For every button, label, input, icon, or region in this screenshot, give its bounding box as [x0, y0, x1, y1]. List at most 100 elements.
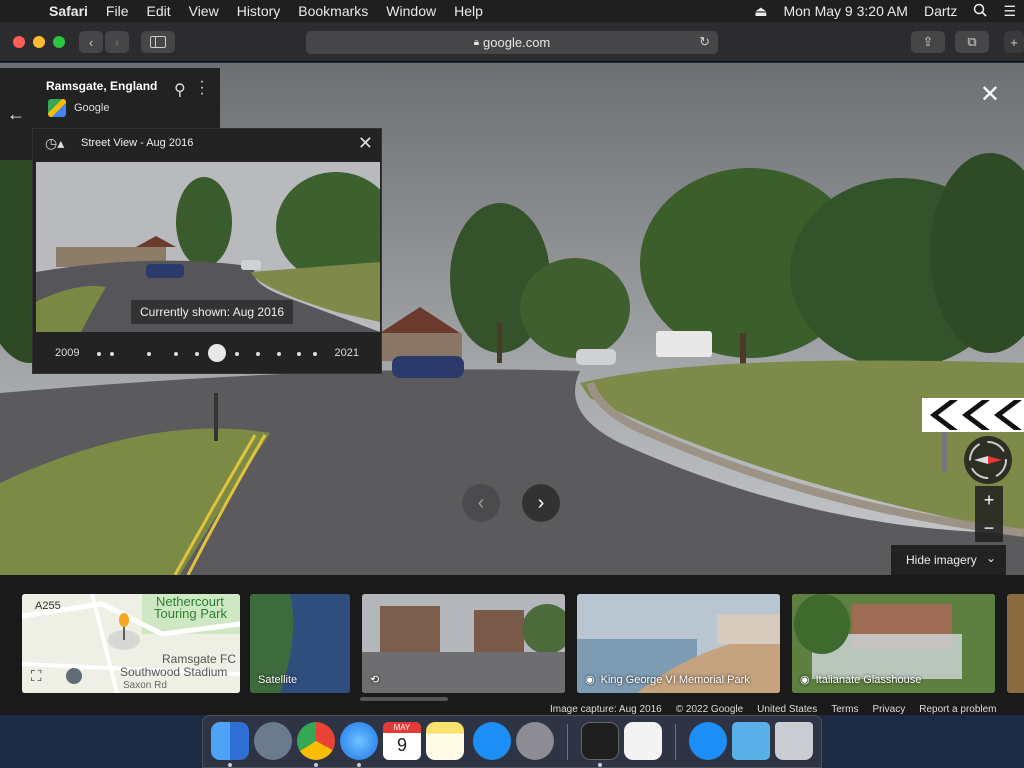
camera-icon: ◉	[800, 674, 810, 686]
timeline-dot[interactable]	[110, 352, 114, 356]
menu-bookmarks[interactable]: Bookmarks	[289, 3, 377, 19]
menu-view[interactable]: View	[180, 3, 228, 19]
history-timeline-slider[interactable]: 2009 2021	[33, 333, 383, 373]
spotlight-search-icon[interactable]	[965, 3, 995, 20]
reload-icon[interactable]: ↻	[699, 34, 710, 50]
trash-icon[interactable]	[775, 722, 813, 760]
zoom-in-button[interactable]: +	[975, 486, 1003, 514]
history-panel-header: ◷▴ Street View - Aug 2016 ✕	[33, 129, 383, 161]
address-bar[interactable]: 🔒︎ google.com ↻	[306, 31, 718, 54]
previous-image-button[interactable]: ‹	[462, 484, 500, 522]
finder-icon[interactable]	[211, 722, 249, 760]
satellite-thumbnail[interactable]: Satellite	[250, 594, 350, 693]
history-clock-icon[interactable]: ◷▴	[45, 135, 64, 152]
more-options-icon[interactable]: · · ·	[197, 74, 207, 102]
double-chevron-down-icon: ⌄	[985, 551, 996, 565]
timeline-dot[interactable]	[174, 352, 178, 356]
satellite-label: Satellite	[258, 674, 298, 686]
map-thumbnail[interactable]: A255 Nethercourt Touring Park Ramsgate F…	[22, 594, 240, 693]
running-indicator	[598, 763, 602, 767]
chevron-left-icon: ‹	[88, 34, 94, 50]
timeline-dot[interactable]	[256, 352, 260, 356]
hide-imagery-button[interactable]: Hide imagery ⌄	[891, 545, 1006, 575]
next-image-button[interactable]: ›	[522, 484, 560, 522]
window-close-button[interactable]	[13, 36, 25, 48]
timeline-slider-knob[interactable]	[208, 344, 226, 362]
timeline-dot[interactable]	[313, 352, 317, 356]
history-close-button[interactable]: ✕	[358, 133, 373, 154]
window-minimize-button[interactable]	[33, 36, 45, 48]
compass-icon	[969, 441, 1007, 479]
close-icon: ✕	[979, 81, 1000, 108]
sidebar-button[interactable]	[141, 31, 175, 53]
hide-imagery-label: Hide imagery	[906, 553, 977, 567]
tabs-overview-button[interactable]: ⧉	[955, 31, 989, 53]
app-store-icon[interactable]	[473, 722, 511, 760]
close-street-view-button[interactable]: ✕	[980, 80, 1000, 109]
menu-user[interactable]: Dartz	[916, 3, 965, 19]
menu-help[interactable]: Help	[445, 3, 492, 19]
app-store-icon[interactable]	[689, 722, 727, 760]
share-icon: ⇪	[922, 34, 934, 49]
timeline-dot[interactable]	[97, 352, 101, 356]
menu-history[interactable]: History	[228, 3, 290, 19]
photo-sphere-thumbnail[interactable]: ⟲	[362, 594, 565, 693]
menu-clock[interactable]: Mon May 9 3:20 AM	[775, 3, 916, 19]
forward-button[interactable]: ›	[105, 31, 129, 53]
control-center-icon[interactable]: ☰	[995, 3, 1024, 20]
report-problem-link[interactable]: Report a problem	[919, 704, 996, 715]
back-to-map-button[interactable]: ←	[0, 68, 32, 160]
map-label-street: Saxon Rd	[123, 680, 167, 691]
image-capture-date: Image capture: Aug 2016	[550, 703, 662, 715]
timeline-dot[interactable]	[147, 352, 151, 356]
running-indicator	[357, 763, 361, 767]
safari-icon[interactable]	[340, 722, 378, 760]
chrome-icon[interactable]	[297, 722, 335, 760]
fullscreen-icon[interactable]: ⛶	[31, 668, 42, 685]
sidebar-icon	[150, 36, 166, 48]
dock-separator	[675, 724, 676, 760]
photo-thumbnail-park[interactable]: ◉ King George VI Memorial Park	[577, 594, 780, 693]
chevron-left-icon: ‹	[477, 491, 485, 514]
map-label-stadium-2: Southwood Stadium	[120, 665, 228, 679]
photo-thumbnail-glasshouse[interactable]: ◉ Italianate Glasshouse	[792, 594, 995, 693]
share-button[interactable]: ⇪	[911, 31, 945, 53]
timeline-dot[interactable]	[235, 352, 239, 356]
zoom-out-button[interactable]: −	[975, 514, 1003, 542]
timeline-dot[interactable]	[277, 352, 281, 356]
menu-edit[interactable]: Edit	[137, 3, 179, 19]
photo-label-park: ◉ King George VI Memorial Park	[585, 673, 750, 686]
timeline-end-year: 2021	[334, 347, 359, 359]
photo-label-glasshouse-text: Italianate Glasshouse	[815, 674, 922, 686]
calendar-icon[interactable]: MAY 9	[383, 722, 421, 760]
map-label-road: A255	[35, 600, 61, 612]
downloads-folder-icon[interactable]	[732, 722, 770, 760]
compass-button[interactable]	[964, 436, 1012, 484]
calendar-day: 9	[396, 735, 407, 755]
textedit-icon[interactable]	[624, 722, 662, 760]
window-zoom-button[interactable]	[53, 36, 65, 48]
map-label-stadium: Ramsgate FC	[162, 652, 237, 666]
timeline-dot[interactable]	[195, 352, 199, 356]
eject-icon[interactable]: ⏏	[746, 3, 775, 20]
menu-window[interactable]: Window	[377, 3, 445, 19]
timeline-dot[interactable]	[297, 352, 301, 356]
system-preferences-icon[interactable]	[516, 722, 554, 760]
terminal-icon[interactable]	[581, 722, 619, 760]
launchpad-icon[interactable]	[254, 722, 292, 760]
back-button[interactable]: ‹	[79, 31, 103, 53]
running-indicator	[228, 763, 232, 767]
privacy-link[interactable]: Privacy	[872, 704, 905, 715]
new-tab-button[interactable]: +	[1004, 31, 1024, 53]
notes-icon[interactable]	[426, 722, 464, 760]
strip-scrollbar[interactable]	[360, 697, 448, 701]
region-link[interactable]: United States	[757, 704, 817, 715]
photo-thumbnail-partial[interactable]	[1007, 594, 1024, 693]
menu-app-name[interactable]: Safari	[40, 3, 97, 19]
timeline-start-year: 2009	[55, 347, 80, 359]
menu-file[interactable]: File	[97, 3, 138, 19]
location-pin-icon[interactable]: ⚲	[174, 80, 186, 100]
zoom-controls: + −	[975, 486, 1003, 542]
photo-label-park-text: King George VI Memorial Park	[600, 674, 750, 686]
terms-link[interactable]: Terms	[831, 704, 858, 715]
